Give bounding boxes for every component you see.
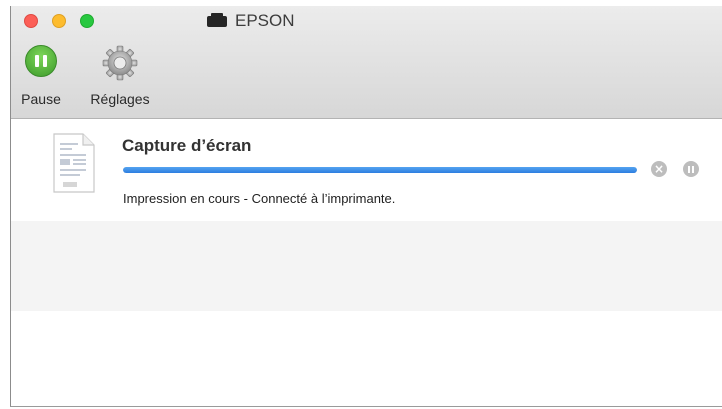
job-status: Impression en cours - Connecté à l’impri… xyxy=(123,191,396,206)
cancel-job-button[interactable]: × xyxy=(651,161,667,177)
job-progress-fill xyxy=(123,167,637,173)
job-name: Capture d’écran xyxy=(122,136,252,155)
window-title: EPSON xyxy=(207,11,295,31)
empty-row xyxy=(11,221,722,311)
settings-label: Réglages xyxy=(90,91,150,107)
document-icon xyxy=(53,133,95,193)
print-queue-window: EPSON Pause Réglages Capture d’écran Imp… xyxy=(10,6,722,407)
zoom-window-button[interactable] xyxy=(80,14,94,28)
titlebar: EPSON Pause Réglages xyxy=(11,6,722,119)
printer-icon xyxy=(207,12,227,27)
hold-job-button[interactable] xyxy=(683,161,699,177)
job-row[interactable]: Capture d’écran Impression en cours - Co… xyxy=(11,119,722,221)
job-list: Capture d’écran Impression en cours - Co… xyxy=(11,119,722,406)
minimize-window-button[interactable] xyxy=(52,14,66,28)
empty-row xyxy=(11,311,722,406)
gear-icon xyxy=(102,45,138,81)
pause-icon xyxy=(687,165,695,173)
job-progress-bar xyxy=(123,167,637,173)
close-window-button[interactable] xyxy=(24,14,38,28)
pause-icon xyxy=(25,45,57,77)
cancel-icon: × xyxy=(653,162,665,176)
pause-label: Pause xyxy=(21,91,61,107)
window-title-text: EPSON xyxy=(235,11,295,30)
settings-button[interactable]: Réglages xyxy=(85,45,155,107)
pause-button[interactable]: Pause xyxy=(21,45,61,107)
